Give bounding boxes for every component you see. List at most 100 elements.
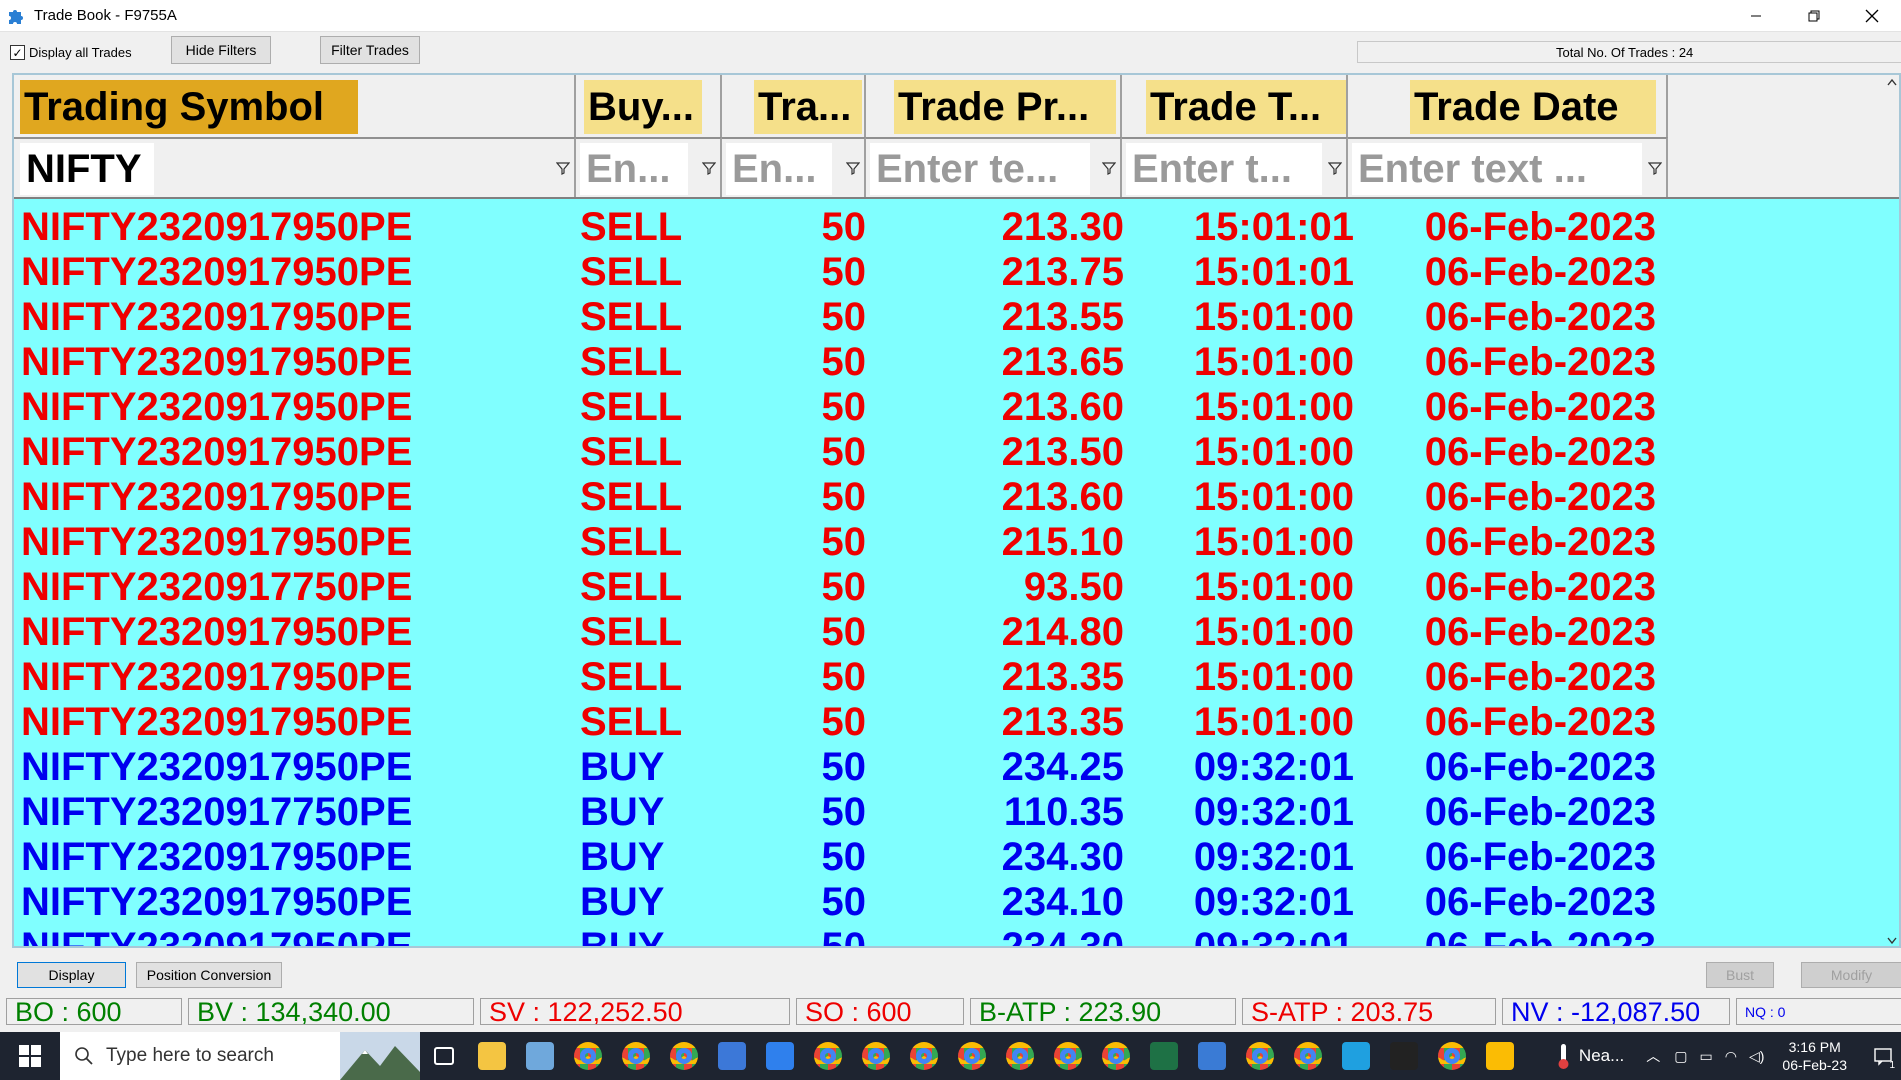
column-header-trade-price[interactable]: Trade Pr... [866,75,1122,137]
table-row[interactable]: NIFTY2320917950PE BUY 50 234.10 09:32:01 06-F… [14,880,1899,925]
cell-trade-date: 06-Feb-2023 [1424,745,1656,789]
cell-trade-date: 06-Feb-2023 [1424,430,1656,474]
battery-icon[interactable]: ▭ [1700,1048,1713,1065]
filter-input-time[interactable]: Enter t... [1126,143,1322,195]
filter-input-symbol[interactable]: NIFTY [20,143,154,195]
start-button[interactable] [0,1032,60,1080]
taskbar-search[interactable]: Type here to search [60,1032,420,1080]
table-row[interactable]: NIFTY2320917750PE BUY 50 110.35 09:32:01 06-F… [14,790,1899,835]
chrome-icon [1246,1042,1274,1070]
filter-funnel-icon[interactable] [556,161,570,175]
table-row[interactable]: NIFTY2320917950PE SELL 50 213.60 15:01:00 06-… [14,475,1899,520]
cell-trade-date: 06-Feb-2023 [1424,520,1656,564]
cell-trade-time: 09:32:01 [1193,790,1354,834]
column-header-trade-time[interactable]: Trade T... [1122,75,1348,137]
chrome-taskbar-button[interactable] [804,1032,852,1080]
position-conversion-button[interactable]: Position Conversion [136,962,282,988]
modify-button[interactable]: Modify [1801,962,1901,988]
notification-button[interactable]: 1 [1865,1032,1901,1080]
cell-trading-symbol: NIFTY2320917950PE [21,430,413,474]
excel-taskbar-button[interactable] [1140,1032,1188,1080]
chrome-taskbar-button[interactable] [948,1032,996,1080]
filter-funnel-icon[interactable] [702,161,716,175]
weather-label[interactable]: Nea... [1579,1046,1624,1066]
table-row[interactable]: NIFTY2320917950PE SELL 50 213.75 15:01:01 06-… [14,250,1899,295]
table-row[interactable]: NIFTY2320917950PE SELL 50 213.55 15:01:00 06-… [14,295,1899,340]
clock[interactable]: 3:16 PM 06-Feb-23 [1782,1038,1847,1074]
table-row[interactable]: NIFTY2320917950PE SELL 50 213.65 15:01:00 06-… [14,340,1899,385]
table-row[interactable]: NIFTY2320917950PE BUY 50 234.25 09:32:01 06-F… [14,745,1899,790]
filter-trades-button[interactable]: Filter Trades [320,36,420,64]
table-row[interactable]: NIFTY2320917950PE SELL 50 213.30 15:01:01 06-… [14,205,1899,250]
status-b-atp: B-ATP : 223.90 [970,998,1236,1025]
filter-funnel-icon[interactable] [1648,161,1662,175]
photos-taskbar-button[interactable] [1188,1032,1236,1080]
restore-button[interactable] [1785,0,1843,32]
table-row[interactable]: NIFTY2320917950PE SELL 50 213.35 15:01:00 06-… [14,655,1899,700]
window-taskbar-button[interactable] [708,1032,756,1080]
meet-now-icon[interactable]: ▢ [1674,1048,1687,1065]
chrome-icon [1294,1042,1322,1070]
filter-cell-buy-sell: En... [576,137,722,197]
chrome-taskbar-button[interactable] [1044,1032,1092,1080]
vertical-scrollbar[interactable] [1885,75,1899,948]
bust-button[interactable]: Bust [1706,962,1774,988]
table-row[interactable]: NIFTY2320917950PE SELL 50 215.10 15:01:00 06-… [14,520,1899,565]
chrome-taskbar-button[interactable] [564,1032,612,1080]
cell-trading-symbol: NIFTY2320917950PE [21,385,413,429]
computer-taskbar-button[interactable] [516,1032,564,1080]
volume-icon[interactable]: ◁) [1749,1048,1764,1065]
filter-input-qty[interactable]: En... [726,143,832,195]
filter-funnel-icon[interactable] [846,161,860,175]
table-row[interactable]: NIFTY2320917950PE SELL 50 214.80 15:01:00 06-… [14,610,1899,655]
chrome-taskbar-button[interactable] [996,1032,1044,1080]
hide-filters-button[interactable]: Hide Filters [171,36,271,64]
table-row[interactable]: NIFTY2320917950PE BUY 50 234.30 09:32:01 06-F… [14,835,1899,880]
chrome-taskbar-button[interactable] [1092,1032,1140,1080]
column-header-trade-date[interactable]: Trade Date [1348,75,1668,137]
table-row[interactable]: NIFTY2320917950PE SELL 50 213.35 15:01:00 06-… [14,700,1899,745]
table-row[interactable]: NIFTY2320917950PE SELL 50 213.60 15:01:00 06-… [14,385,1899,430]
filter-input-buy-sell[interactable]: En... [580,143,688,195]
cell-buy-sell: BUY [580,925,665,948]
chrome-taskbar-button[interactable] [612,1032,660,1080]
cell-buy-sell: BUY [580,745,665,789]
file-explorer-taskbar-button[interactable] [468,1032,516,1080]
cell-trade-date: 06-Feb-2023 [1424,925,1656,948]
cell-trade-qty: 50 [821,925,867,948]
drive-taskbar-button[interactable] [1476,1032,1524,1080]
chevron-up-icon[interactable]: ︿ [1646,1046,1660,1066]
chrome-taskbar-button[interactable] [1428,1032,1476,1080]
filter-input-date[interactable]: Enter text ... [1352,143,1642,195]
resize-taskbar-button[interactable] [756,1032,804,1080]
chrome-taskbar-button[interactable] [1284,1032,1332,1080]
chrome-taskbar-button[interactable] [900,1032,948,1080]
minimize-button[interactable] [1727,0,1785,32]
trade-rows: NIFTY2320917950PE SELL 50 213.30 15:01:01 06-… [14,205,1899,948]
cell-buy-sell: SELL [580,295,683,339]
display-all-trades-checkbox[interactable]: ✓ Display all Trades [10,45,132,60]
thermometer-icon[interactable] [1553,1042,1573,1070]
chrome-taskbar-button[interactable] [660,1032,708,1080]
filter-funnel-icon[interactable] [1328,161,1342,175]
display-button[interactable]: Display [17,962,126,988]
edge-icon [1342,1042,1370,1070]
wifi-icon[interactable]: ◠ [1725,1048,1737,1065]
close-button[interactable] [1843,0,1901,32]
chrome-taskbar-button[interactable] [852,1032,900,1080]
table-row[interactable]: NIFTY2320917950PE BUY 50 234.30 09:32:01 06-F… [14,925,1899,948]
chrome-taskbar-button[interactable] [1236,1032,1284,1080]
table-row[interactable]: NIFTY2320917950PE SELL 50 213.50 15:01:00 06-… [14,430,1899,475]
column-header-trading-symbol[interactable]: Trading Symbol [14,75,576,137]
filter-funnel-icon[interactable] [1102,161,1116,175]
filter-input-price[interactable]: Enter te... [870,143,1090,195]
window-title: Trade Book - F9755A [34,7,177,24]
close-icon [1865,9,1879,23]
task-view-taskbar-button[interactable] [420,1032,468,1080]
cell-trade-time: 09:32:01 [1193,925,1354,948]
column-header-buy-sell[interactable]: Buy... [576,75,722,137]
edge-taskbar-button[interactable] [1332,1032,1380,1080]
trading-app-taskbar-button[interactable] [1380,1032,1428,1080]
column-header-trade-qty[interactable]: Tra... [722,75,866,137]
table-row[interactable]: NIFTY2320917750PE SELL 50 93.50 15:01:00 06-F… [14,565,1899,610]
